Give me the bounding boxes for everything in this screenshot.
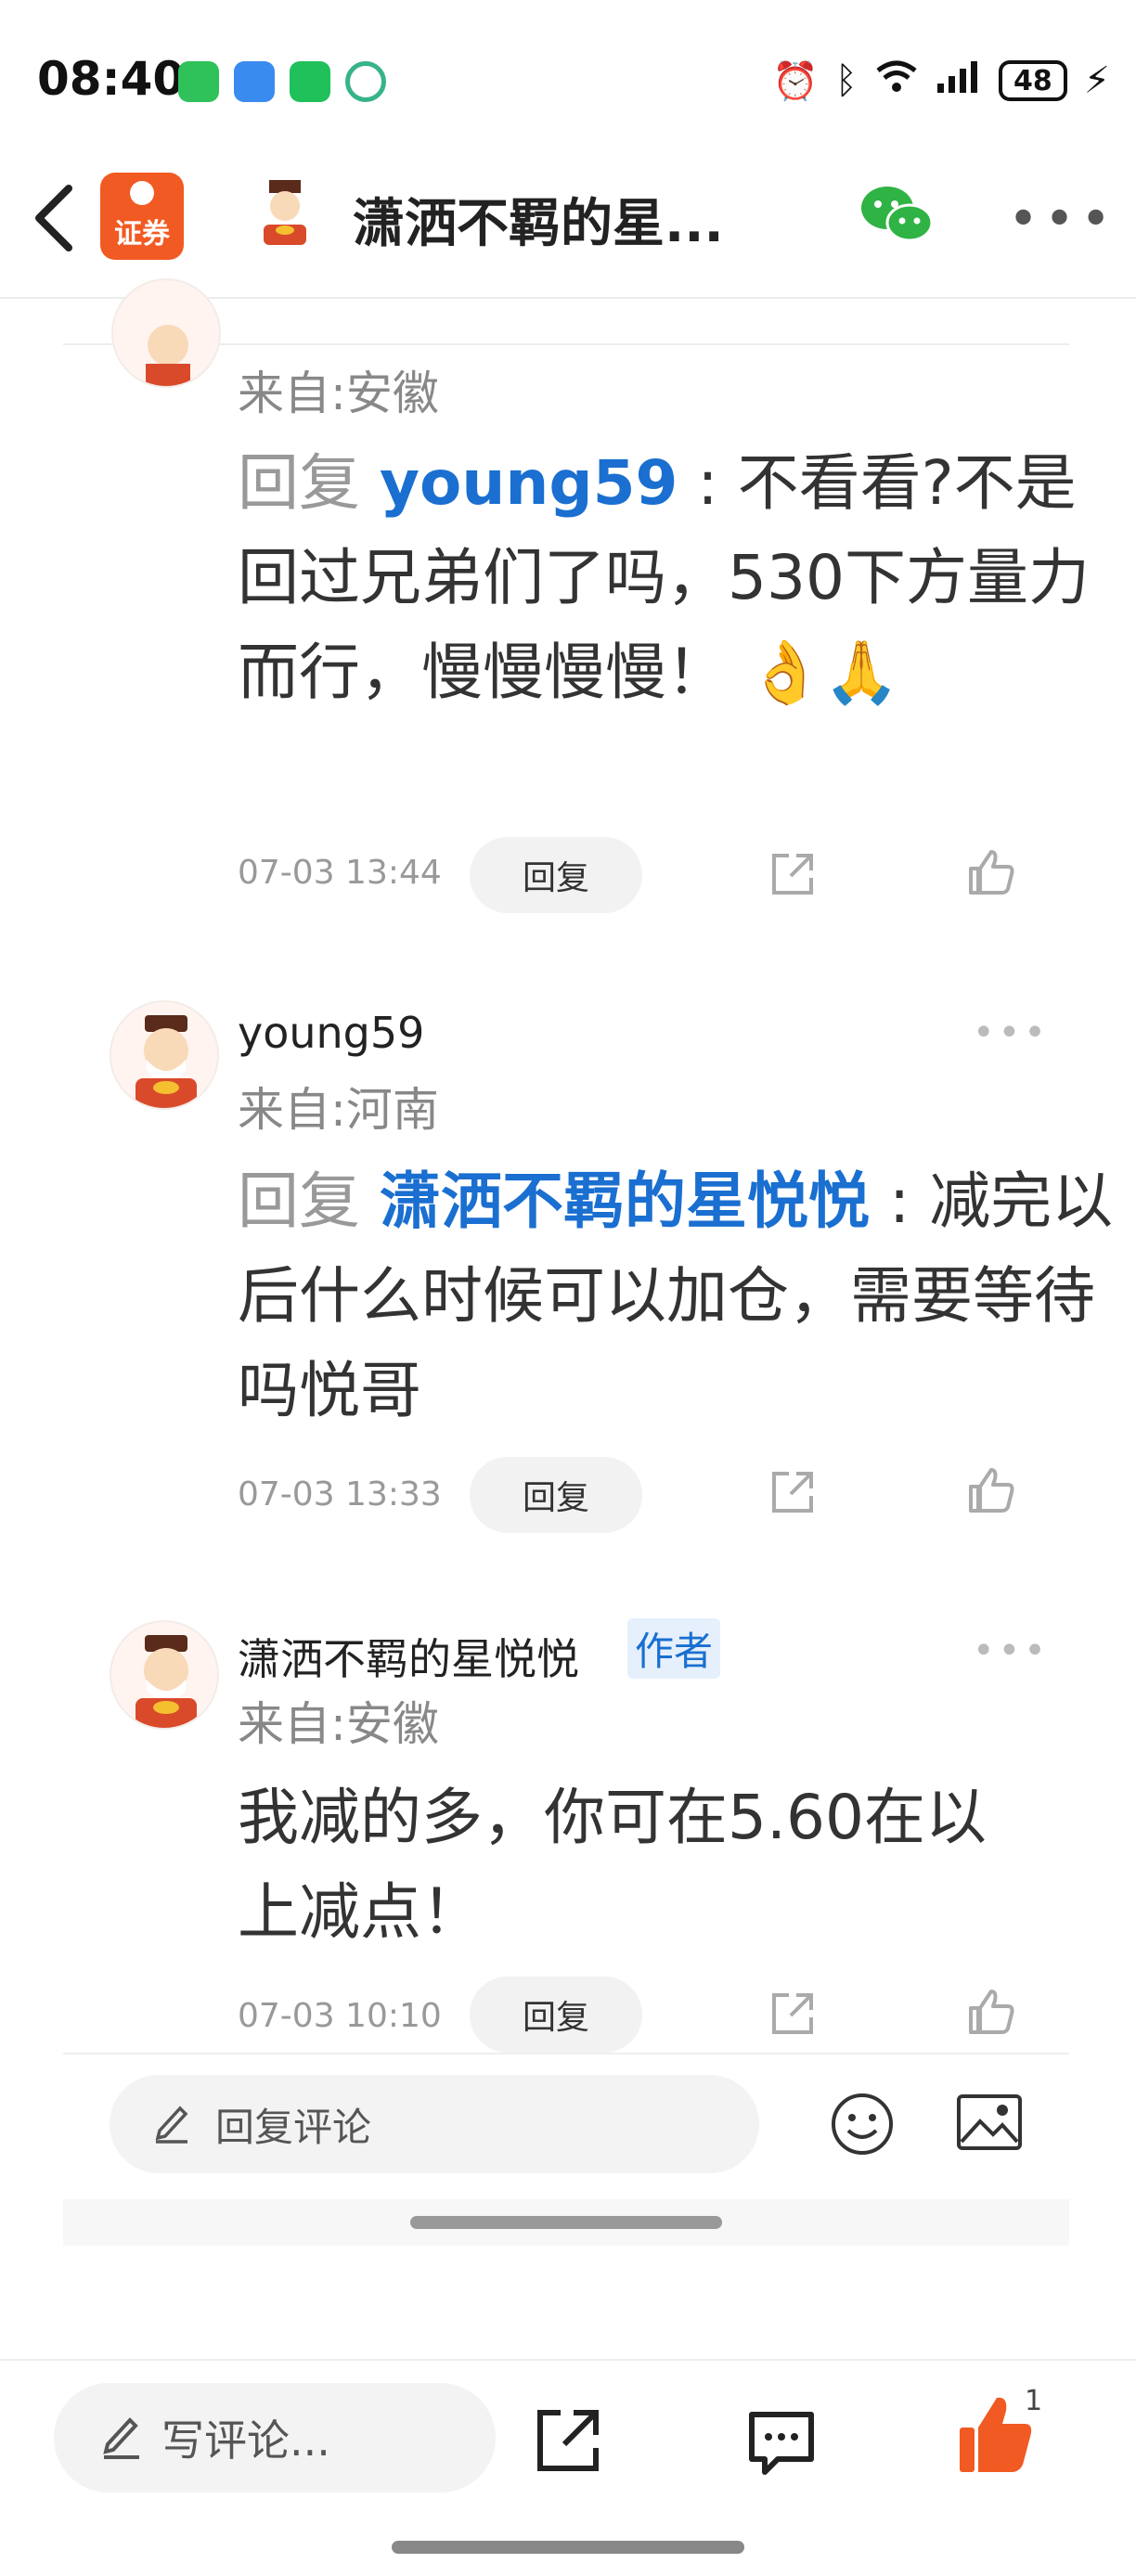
share-icon[interactable] (768, 850, 817, 902)
share-icon[interactable] (768, 1990, 817, 2041)
home-indicator[interactable] (392, 2541, 744, 2554)
alarm-icon: ⏰ (772, 59, 819, 103)
bluetooth-icon: ᛒ (834, 59, 858, 102)
smiley-icon[interactable] (830, 2092, 895, 2160)
thumbs-up-icon[interactable] (965, 846, 1017, 902)
emoji-ok-hands: 👌🙏 (746, 637, 900, 708)
comment-body: 我减的多，你可在5.60在以上减点！ (238, 1782, 987, 1948)
thumbs-up-icon[interactable] (965, 1464, 1017, 1520)
reply-separator: : (869, 1166, 930, 1237)
drag-handle[interactable] (410, 2216, 722, 2229)
comment-icon[interactable] (746, 2407, 817, 2481)
wifi-icon (874, 58, 919, 104)
comment-username[interactable]: 潇洒不羁的星悦悦 (238, 1626, 579, 1687)
comment-location: 来自:安徽 (238, 367, 439, 420)
comment-location: 来自:安徽 (238, 1697, 439, 1751)
message-icon-blue (234, 61, 275, 102)
thumbs-up-icon[interactable] (956, 2392, 1034, 2481)
avatar[interactable] (111, 278, 221, 388)
status-icons: ⏰ ᛒ 48 ⚡ (772, 58, 1110, 104)
app-icon-circle (345, 61, 386, 102)
wechat-share-icon[interactable] (858, 182, 936, 247)
app-icon-green (178, 61, 219, 102)
wechat-icon (290, 61, 330, 102)
reply-button[interactable]: 回复 (470, 837, 642, 913)
write-placeholder: 写评论... (161, 2415, 330, 2466)
more-horizontal-icon[interactable]: ••• (1008, 189, 1117, 250)
comment-location: 来自:河南 (238, 1083, 439, 1137)
status-time: 08:40 (37, 52, 186, 106)
pencil-icon (152, 2101, 191, 2147)
comment-username[interactable]: young59 (238, 1008, 424, 1058)
share-icon[interactable] (533, 2405, 603, 2479)
avatar[interactable] (110, 1000, 219, 1110)
comment-time: 07-03 13:44 (238, 854, 442, 892)
reply-separator: : (678, 447, 738, 519)
comment-time: 07-03 10:10 (238, 1997, 442, 2035)
comment-content: 我减的多，你可在5.60在以上减点！ (238, 1771, 1017, 1960)
pencil-icon (100, 2413, 143, 2463)
like-count: 1 (1025, 2385, 1043, 2417)
logo-mark-icon (130, 181, 154, 205)
share-icon[interactable] (768, 1468, 817, 1520)
author-badge: 作者 (627, 1618, 721, 1679)
chevron-left-icon[interactable] (28, 181, 84, 269)
app-logo[interactable]: 证券 (100, 173, 184, 260)
page-title: 潇洒不羁的星... (353, 194, 724, 254)
mention-link[interactable]: young59 (380, 447, 678, 519)
reply-prefix: 回复 (238, 1166, 380, 1237)
avatar[interactable] (110, 1620, 219, 1730)
signal-icon (936, 58, 982, 104)
comment-more-icon[interactable]: ••• (973, 1629, 1050, 1672)
reply-comment-input[interactable]: 回复评论 (110, 2075, 759, 2173)
reply-prefix: 回复 (238, 447, 380, 519)
charging-icon: ⚡ (1083, 59, 1110, 102)
bottom-divider (0, 2359, 1136, 2361)
write-comment-input[interactable]: 写评论... (54, 2383, 496, 2492)
reply-button[interactable]: 回复 (470, 1977, 642, 2053)
divider (63, 2053, 1069, 2054)
comment-time: 07-03 13:33 (238, 1475, 442, 1513)
image-icon[interactable] (956, 2093, 1023, 2155)
reply-placeholder: 回复评论 (215, 2104, 372, 2150)
thumbs-up-icon[interactable] (965, 1986, 1017, 2041)
comment-content: 回复 潇洒不羁的星悦悦 : 减完以后什么时候可以加仓，需要等待吗悦哥 (238, 1154, 1129, 1438)
comment-content: 回复 young59 : 不看看?不是回过兄弟们了吗，530下方量力而行，慢慢慢… (238, 436, 1129, 720)
author-avatar-small[interactable] (252, 178, 317, 247)
battery-icon: 48 (998, 60, 1067, 101)
mention-link[interactable]: 潇洒不羁的星悦悦 (380, 1166, 870, 1237)
reply-button[interactable]: 回复 (470, 1457, 642, 1533)
comment-more-icon[interactable]: ••• (973, 1011, 1050, 1054)
